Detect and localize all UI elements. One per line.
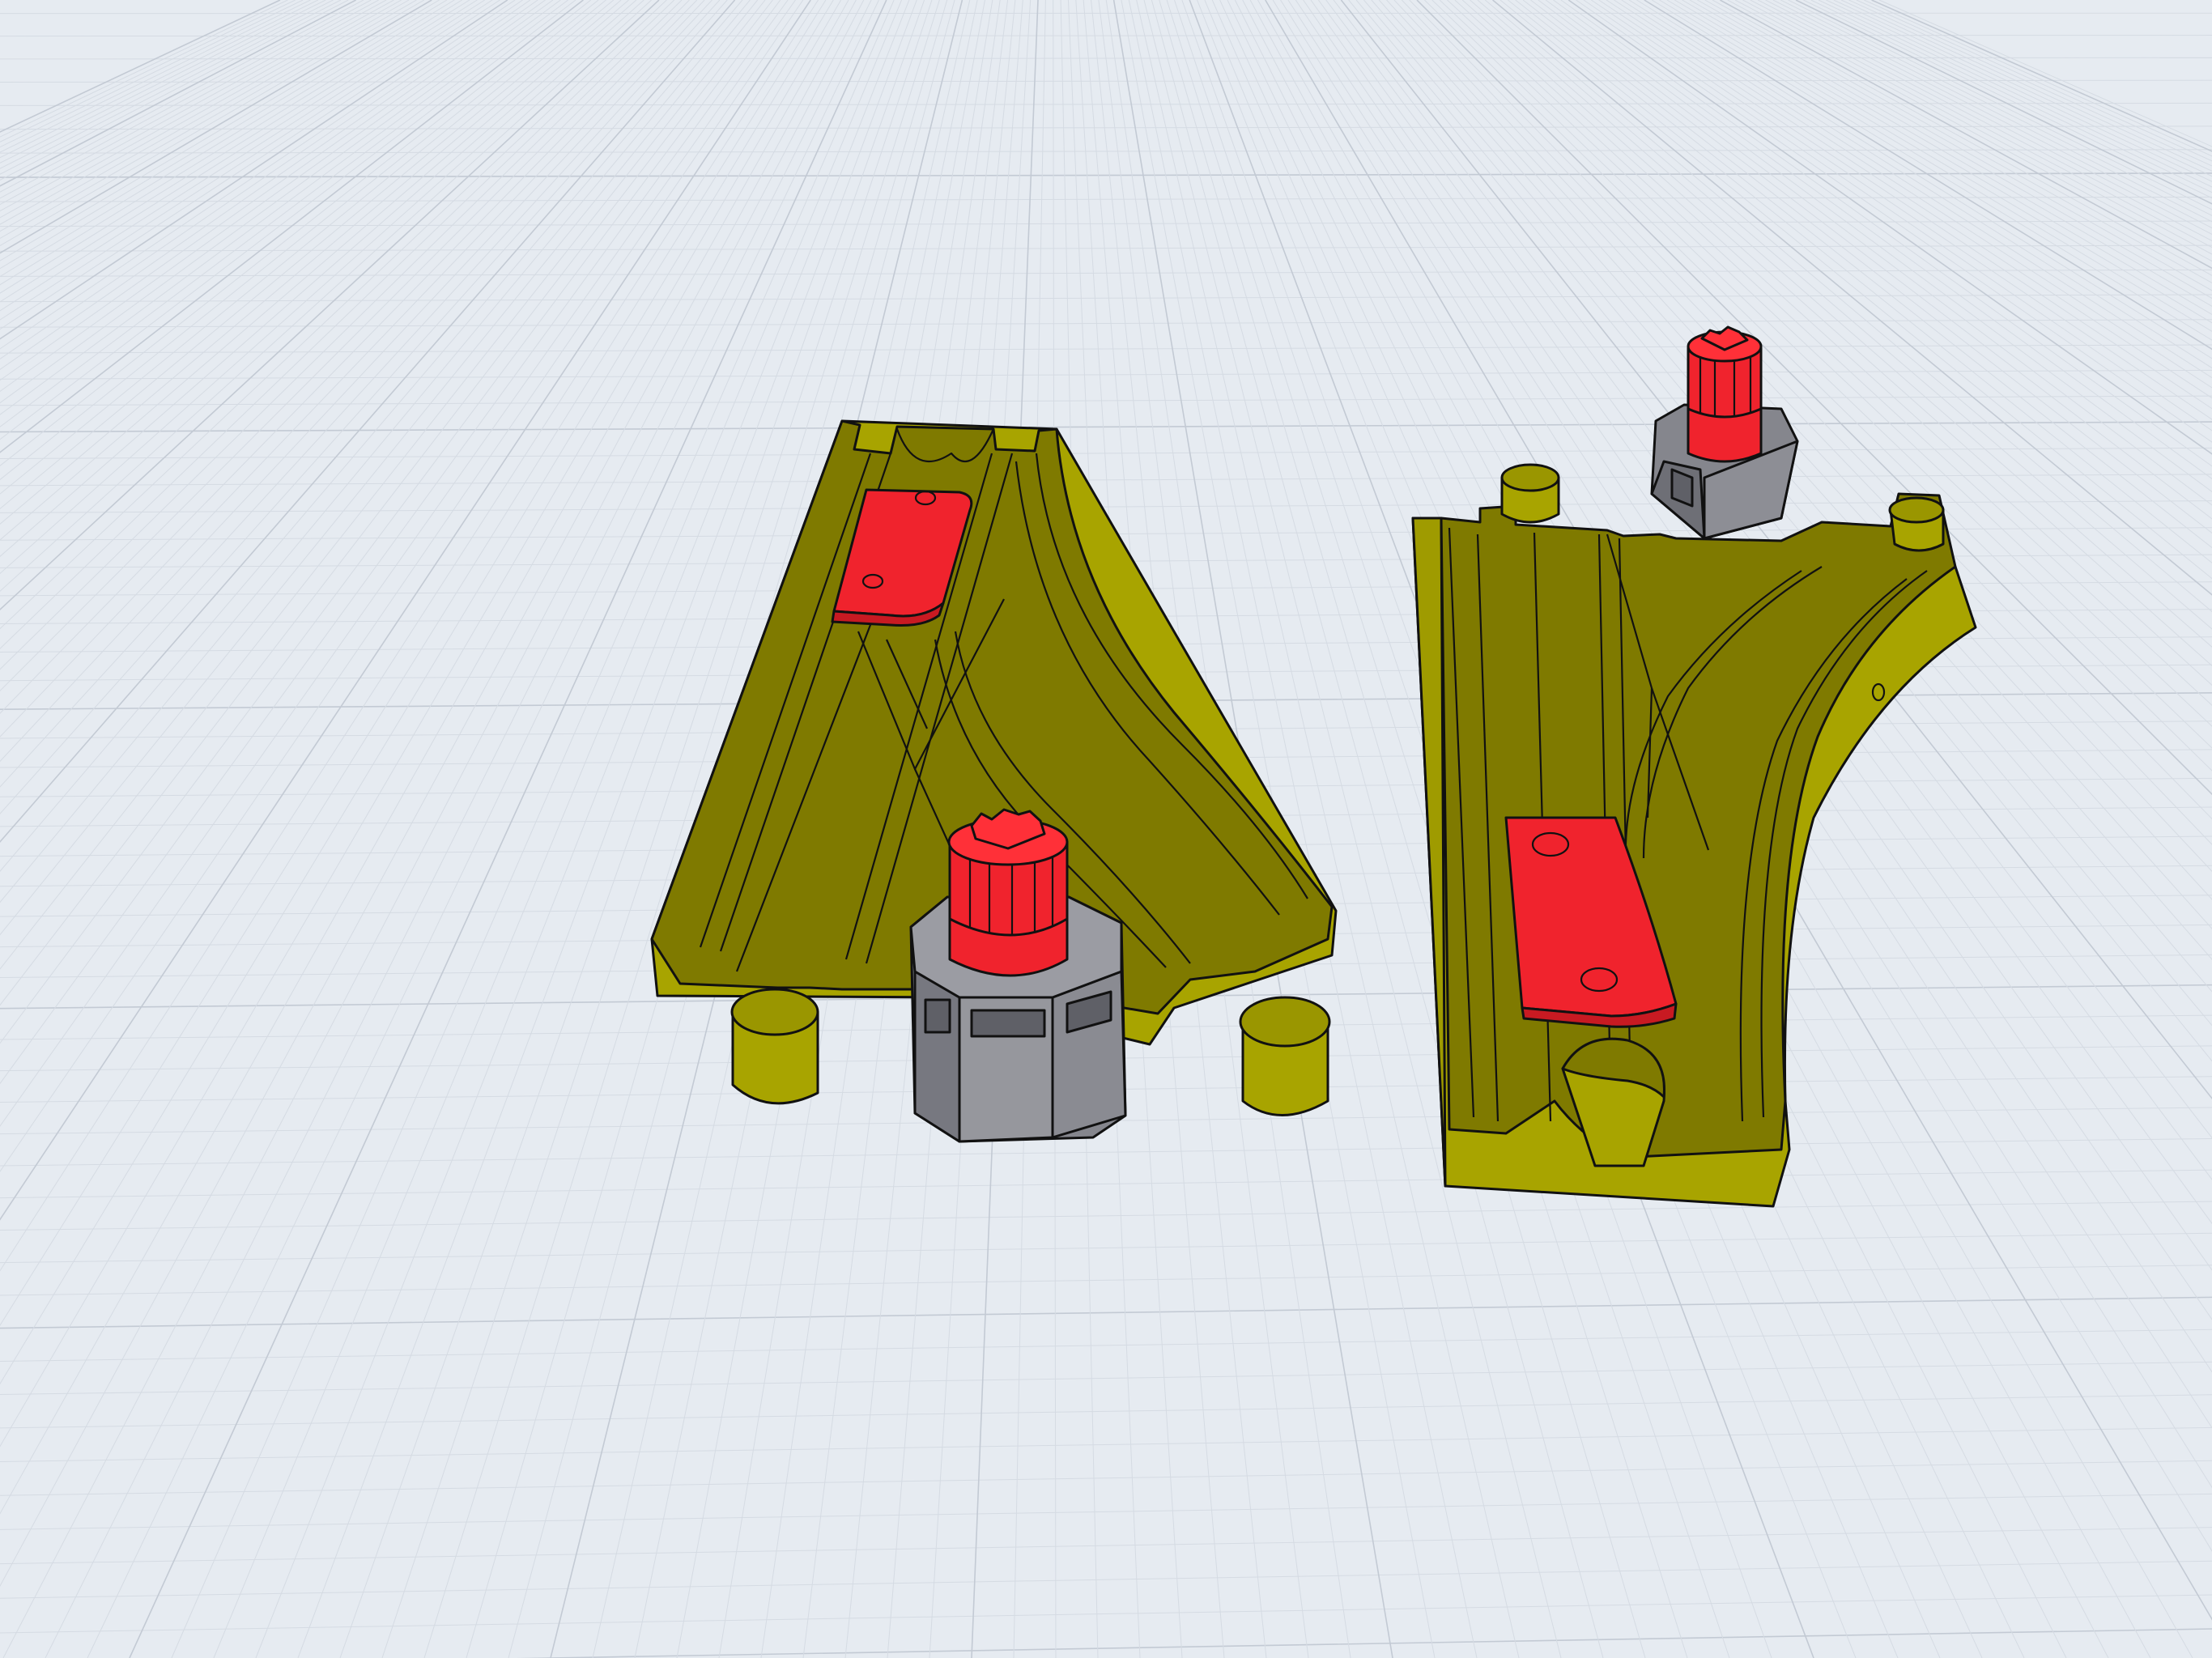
scene-canvas[interactable] (0, 0, 2212, 1658)
3d-viewport[interactable] (0, 0, 2212, 1658)
